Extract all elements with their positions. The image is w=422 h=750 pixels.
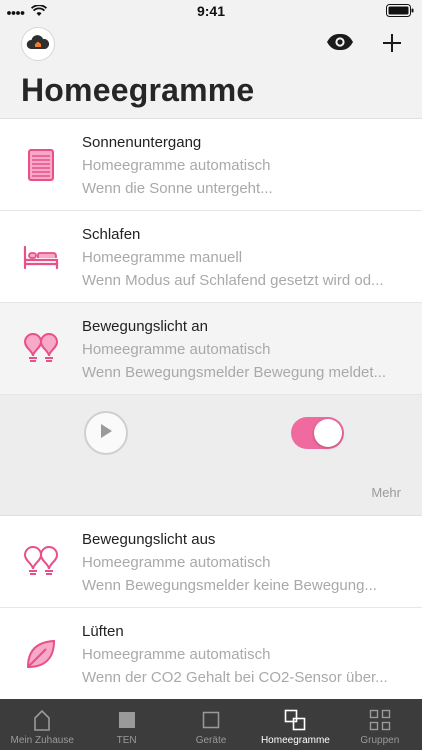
item-type: Homeegramme automatisch [82,646,271,663]
tab-label: TEN [116,735,137,746]
item-description: Wenn die Sonne untergeht... [82,180,273,197]
run-button[interactable] [84,411,128,455]
cloud-home-icon [26,33,50,56]
list-item[interactable]: Sonnenuntergang Homeegramme automatisch … [0,119,422,211]
battery-icon [386,4,414,22]
tab-label: Homeegramme [260,735,330,746]
visibility-button[interactable] [326,33,354,55]
item-description: Wenn Bewegungsmelder keine Bewegung... [82,577,377,594]
double-bulb-icon [22,543,60,581]
play-icon [98,422,114,445]
list-item[interactable]: Bewegungslicht aus Homeegramme automatis… [0,516,422,608]
tab-homeegramme[interactable]: Homeegramme [253,699,337,750]
double-bulb-icon [22,330,60,368]
tab-label: Geräte [195,735,227,746]
header: Homeegramme [0,22,422,118]
item-title: Bewegungslicht aus [82,531,216,548]
homeegram-icon [284,708,306,732]
item-title: Schlafen [82,226,141,243]
square-filled-icon [116,708,138,732]
eye-icon [326,33,354,56]
item-type: Homeegramme automatisch [82,157,271,174]
item-title: Sonnenuntergang [82,134,202,151]
bed-icon [22,238,60,276]
status-bar: 9:41 [0,0,422,22]
plus-icon [380,34,404,59]
active-toggle[interactable] [291,417,344,449]
item-description: Wenn Bewegungsmelder Bewegung meldet... [82,364,387,381]
square-outline-icon [200,708,222,732]
status-time: 9:41 [196,3,226,19]
item-actions-panel: Mehr [0,395,422,516]
item-description: Wenn der CO2 Gehalt bei CO2-Sensor über.… [82,669,388,686]
shutter-icon [22,146,60,184]
item-description: Wenn Modus auf Schlafend gesetzt wird od… [82,272,384,289]
homee-logo-button[interactable] [21,27,55,61]
item-title: Lüften [82,623,124,640]
tab-label: Gruppen [360,735,400,746]
leaf-icon [22,635,60,673]
list-item[interactable]: Lüften Homeegramme automatisch Wenn der … [0,608,422,699]
list-item[interactable]: Bewegungslicht an Homeegramme automatisc… [0,303,422,395]
item-type: Homeegramme automatisch [82,554,271,571]
item-type: Homeegramme automatisch [82,341,271,358]
item-type: Homeegramme manuell [82,249,243,266]
tab-bar: Mein Zuhause TEN Geräte Homeegramme Grup… [0,699,422,750]
item-title: Bewegungslicht an [82,318,208,335]
tab-ten[interactable]: TEN [84,699,168,750]
tab-mein-zuhause[interactable]: Mein Zuhause [0,699,84,750]
tab-gruppen[interactable]: Gruppen [338,699,422,750]
more-link[interactable]: Mehr [371,485,401,500]
house-icon [31,708,53,732]
add-button[interactable] [380,31,404,55]
groups-icon [369,708,391,732]
homeegram-list: Sonnenuntergang Homeegramme automatisch … [0,118,422,699]
tab-label: Mein Zuhause [10,735,74,746]
page-title: Homeegramme [21,72,255,108]
list-item[interactable]: Schlafen Homeegramme manuell Wenn Modus … [0,211,422,303]
toggle-knob [314,419,342,447]
tab-geraete[interactable]: Geräte [169,699,253,750]
